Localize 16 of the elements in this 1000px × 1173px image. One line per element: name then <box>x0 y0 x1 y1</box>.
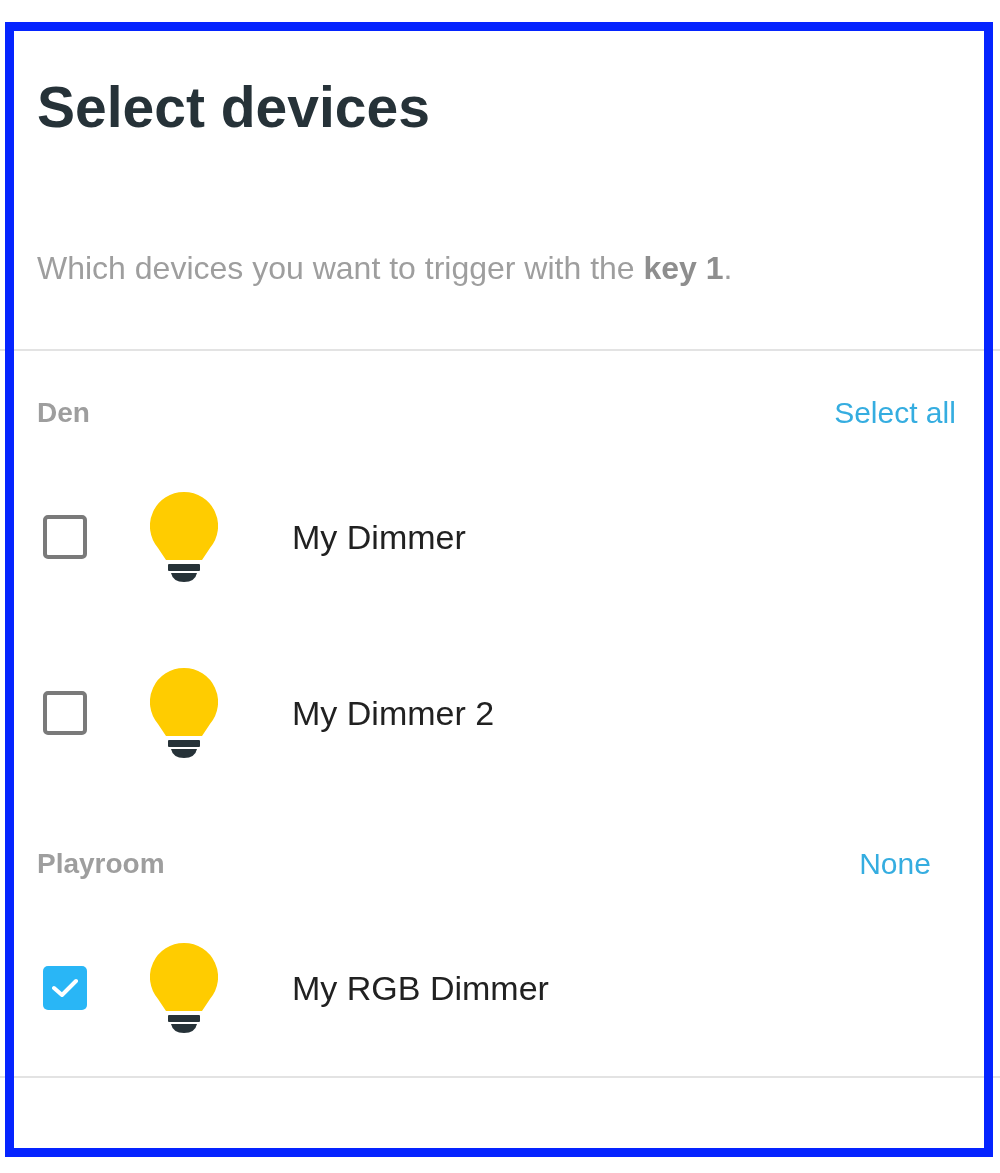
group-action-link[interactable]: None <box>820 844 970 884</box>
lightbulb-icon <box>150 668 218 758</box>
device-name: My Dimmer 2 <box>292 693 495 733</box>
checkmark-icon <box>52 978 78 998</box>
lightbulb-icon <box>150 492 218 582</box>
lightbulb-icon <box>150 943 218 1033</box>
device-name: My RGB Dimmer <box>292 968 549 1008</box>
description-text: Which devices you want to trigger with the key 1. <box>37 249 733 288</box>
dialog-title: Select devices <box>37 74 430 141</box>
checkbox[interactable] <box>43 966 87 1010</box>
group-action-link[interactable]: Select all <box>820 393 970 433</box>
device-name: My Dimmer <box>292 517 466 557</box>
group-label: Den <box>37 397 90 429</box>
group-label: Playroom <box>37 848 165 880</box>
checkbox[interactable] <box>43 691 87 735</box>
checkbox[interactable] <box>43 515 87 559</box>
